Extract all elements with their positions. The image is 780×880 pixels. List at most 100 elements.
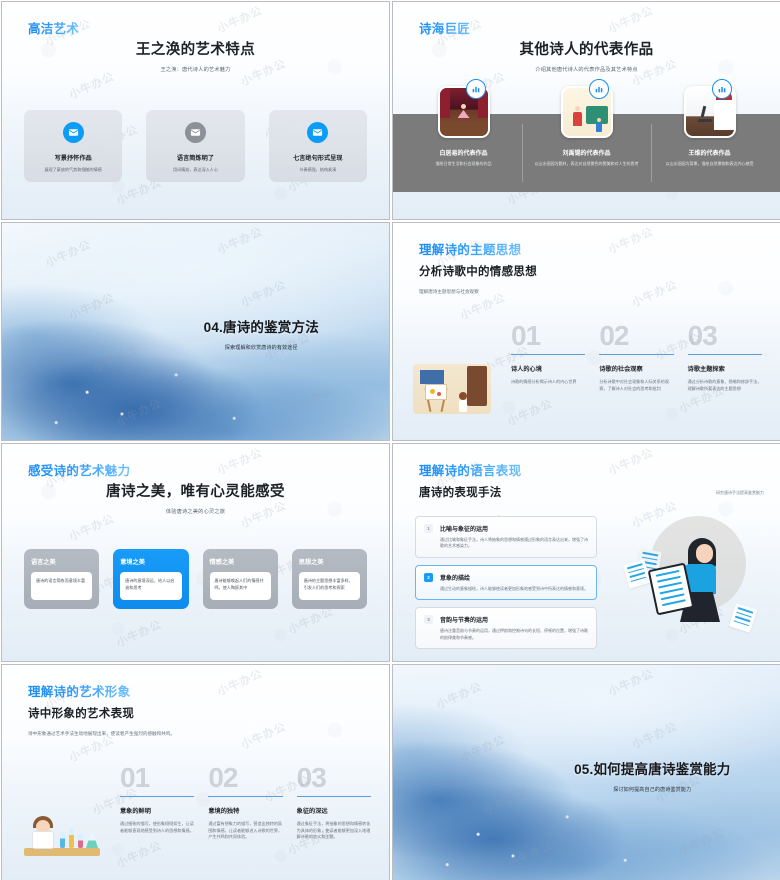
poet-tile-title: 王维的代表作品: [688, 151, 731, 157]
slide-heading: 唐诗的表现手法: [419, 484, 502, 500]
beauty-card-title: 情感之美: [209, 559, 235, 566]
chart-icon: [465, 79, 486, 99]
feature-card[interactable]: 七言绝句形式呈现 节奏感强，结构紧凑: [268, 110, 367, 182]
point-number: 02: [599, 320, 629, 351]
point-desc: 分析诗歌中对社会现象和人际关系的观察，了解诗人对社会的思考和批判: [599, 379, 669, 391]
feature-card-desc: 展现了豪放的气势和细腻的情感: [44, 167, 102, 172]
point-rule: [296, 796, 371, 798]
beauty-card[interactable]: 情感之美 唐诗能够唤起人们的情感共鸣，使人陶醉其中: [202, 549, 278, 609]
poet-tile[interactable]: 王维的代表作品 以山水田园为背景，描绘自然景物和表达内心感受: [657, 79, 762, 167]
slide-title: 唐诗之美，唯有心灵能感受: [106, 484, 285, 500]
point-number: 01: [120, 762, 150, 793]
numbered-point[interactable]: 02 意境的独特 通过富有想象力的描写，营造出独特的氛围和情感，让读者能够进入诗…: [208, 762, 283, 841]
feature-card-title: 七言绝句形式呈现: [293, 155, 343, 162]
section-subtitle: 探讨如何提高自己的唐诗鉴赏能力: [613, 787, 692, 794]
feature-card-title: 写景抒怀作品: [54, 155, 92, 162]
scientist-girl-lab-illustration: [20, 808, 104, 862]
point-title: 意境的独特: [208, 808, 240, 816]
slide-subtitle: 体验唐诗之美的心灵之旅: [165, 509, 226, 515]
woman-with-clipboard-illustration: [623, 504, 766, 634]
beauty-card-desc: 唐诗能够唤起人们的情感共鸣，使人陶醉其中: [209, 572, 271, 600]
beauty-card-title: 思想之美: [298, 559, 324, 566]
slide-thumbnail-3[interactable]: 小牛办公 小牛办公 小牛办公 小牛办公 小牛办公 小牛办公 小牛办公 小牛办公 …: [1, 222, 390, 441]
cover-heading: 05.如何提高唐诗鉴赏能力 探讨如何提高自己的唐诗鉴赏能力: [540, 758, 764, 793]
technique-row-list: 1 比喻与象征的运用 通过比喻和象征手法，诗人将抽象的思想和情感通过形象的语言表…: [415, 516, 597, 649]
slide-kicker: 理解诗的艺术形象: [28, 681, 130, 700]
slide-subtitle: 王之涣：唐代诗人的艺术魅力: [160, 67, 231, 73]
poet-tile-title: 刘禹锡的代表作品: [562, 151, 611, 157]
row-index: 2: [424, 572, 433, 582]
chart-icon: [711, 79, 732, 99]
beauty-card-list: 语言之美 唐诗的语言简练而意境丰富 意境之美 唐诗的意境深远，给人以启迪和思考 …: [24, 549, 367, 609]
slide-thumbnail-4[interactable]: 小牛办公 小牛办公 小牛办公 小牛办公 小牛办公 小牛办公 小牛办公 小牛办公 …: [392, 222, 780, 441]
numbered-point[interactable]: 01 诗人的心境 诗歌的情感分析揭示诗人的内心世界: [511, 320, 586, 392]
slide-kicker: 诗海巨匠: [419, 18, 470, 37]
slide-subtitle: 诗中形象通过艺术手法生动地展现出来，使读者产生强烈的感触和共鸣。: [28, 731, 176, 736]
point-desc: 通过分析诗歌的意象、隐喻和修辞手法，理解诗歌所要表达的主题思想: [687, 379, 762, 391]
slide-title: 分析诗歌中的情感思想: [419, 266, 537, 278]
technique-row[interactable]: 1 比喻与象征的运用 通过比喻和象征手法，诗人将抽象的思想和情感通过形象的语言表…: [415, 516, 597, 558]
point-desc: 通过象征手法，将抽象的思想和情感转化为具体的形象，使读者能够更加深入地理解诗歌的…: [296, 821, 371, 840]
slide-kicker: 感受诗的艺术魅力: [28, 460, 130, 479]
envelope-icon: [184, 122, 206, 143]
slide-side-note: 研究唐诗手法提高鉴赏能力: [716, 490, 764, 495]
slide-thumbnail-grid: 小牛办公 小牛办公 小牛办公 小牛办公 小牛办公 小牛办公 小牛办公 小牛办公 …: [0, 0, 780, 880]
beauty-card-active[interactable]: 意境之美 唐诗的意境深远，给人以启迪和思考: [113, 549, 189, 609]
beauty-card[interactable]: 思想之美 唐诗的主题思想丰富多样，引发人们的思考和探索: [291, 549, 367, 609]
slide-subtitle: 理解唐诗主题思想与社会观察: [419, 289, 479, 294]
feature-card[interactable]: 语言简炼明了 用词精准，表达深入人心: [146, 110, 245, 182]
numbered-point[interactable]: 03 象征的深远 通过象征手法，将抽象的思想和情感转化为具体的形象，使读者能够更…: [296, 762, 371, 841]
beauty-card-title: 意境之美: [120, 559, 145, 566]
poet-tile-list: 白居易的代表作品 描绘日常生活和社会现象的作品 刘禹锡的代表作品 以山水田园为题…: [411, 79, 762, 167]
beauty-card-desc: 唐诗的意境深远，给人以启迪和思考: [120, 572, 182, 600]
point-number: 01: [511, 320, 541, 351]
slide-thumbnail-6[interactable]: 小牛办公 小牛办公 小牛办公 小牛办公 小牛办公 小牛办公 小牛办公 小牛办公 …: [392, 443, 780, 662]
slide-heading: 王之涣的艺术特点 王之涣：唐代诗人的艺术魅力: [2, 38, 389, 73]
point-desc: 诗歌的情感分析揭示诗人的内心世界: [511, 379, 577, 385]
feature-card-desc: 用词精准，表达深入人心: [172, 167, 218, 172]
point-desc: 通过细致的描写，使形象栩栩如生，让读者能够直观地感受到诗人的思想和情感。: [120, 821, 194, 833]
beauty-card-desc: 唐诗的主题思想丰富多样，引发人们的思考和探索: [298, 572, 360, 600]
slide-thumbnail-5[interactable]: 小牛办公 小牛办公 小牛办公 小牛办公 小牛办公 小牛办公 小牛办公 小牛办公 …: [1, 443, 390, 662]
numbered-point[interactable]: 01 意象的鲜明 通过细致的描写，使形象栩栩如生，让读者能够直观地感受到诗人的思…: [120, 762, 195, 841]
classroom-easel-girl-illustration: [413, 364, 491, 414]
slide-kicker: 理解诗的语言表现: [419, 460, 521, 479]
point-rule: [208, 796, 283, 798]
slide-thumbnail-2[interactable]: 小牛办公 小牛办公 小牛办公 小牛办公 小牛办公 小牛办公 小牛办公 小牛办公 …: [392, 1, 780, 220]
point-rule: [511, 354, 586, 356]
row-title: 比喻与象征的运用: [440, 527, 489, 533]
feature-card[interactable]: 写景抒怀作品 展现了豪放的气势和细腻的情感: [24, 110, 123, 182]
numbered-point[interactable]: 03 诗歌主题探索 通过分析诗歌的意象、隐喻和修辞手法，理解诗歌所要表达的主题思…: [687, 321, 762, 392]
slide-thumbnail-7[interactable]: 小牛办公 小牛办公 小牛办公 小牛办公 小牛办公 小牛办公 小牛办公 小牛办公 …: [1, 664, 390, 880]
feature-card-list: 写景抒怀作品 展现了豪放的气势和细腻的情感 语言简炼明了 用词精准，表达深入人心…: [24, 110, 367, 182]
slide-subtitle: 介绍其他唐代诗人的代表作品及其艺术特点: [535, 67, 638, 73]
row-desc: 唐诗注重音韵与节奏的运用，通过押韵和控制诗句的长短、停顿的位置，增强了诗歌的韵律…: [440, 628, 588, 640]
feature-card-title: 语言简炼明了: [176, 155, 215, 162]
section-title: 04.唐诗的鉴赏方法: [203, 320, 319, 336]
slide-heading: 唐诗之美，唯有心灵能感受 体验唐诗之美的心灵之旅: [2, 480, 389, 515]
beauty-card-title: 语言之美: [31, 559, 56, 566]
technique-row-active[interactable]: 2 意象的描绘 通过生动的意象描绘，诗人能够使读者更加形象地感受到诗中所表达的情…: [415, 564, 597, 601]
point-number: 02: [208, 762, 238, 793]
row-index: 1: [424, 524, 433, 533]
envelope-icon: [62, 122, 84, 143]
point-rule: [599, 354, 674, 356]
slide-title: 诗中形象的艺术表现: [28, 708, 135, 720]
poet-tile[interactable]: 白居易的代表作品 描绘日常生活和社会现象的作品: [411, 79, 516, 167]
slide-heading: 其他诗人的代表作品 介绍其他唐代诗人的代表作品及其艺术特点: [393, 38, 780, 73]
slide-title: 唐诗的表现手法: [419, 487, 502, 499]
slide-kicker: 高洁艺术: [28, 18, 79, 37]
poet-tile-desc: 以山水田园为题材，表达对自然景色的赞美和对人生的思考: [534, 161, 639, 166]
technique-row[interactable]: 3 音韵与节奏的运用 唐诗注重音韵与节奏的运用，通过押韵和控制诗句的长短、停顿的…: [415, 607, 597, 649]
point-number: 03: [296, 762, 327, 793]
point-rule: [687, 354, 762, 356]
beauty-card[interactable]: 语言之美 唐诗的语言简练而意境丰富: [24, 549, 100, 609]
poet-tile[interactable]: 刘禹锡的代表作品 以山水田园为题材，表达对自然景色的赞美和对人生的思考: [534, 79, 639, 167]
slide-thumbnail-8[interactable]: 小牛办公 小牛办公 小牛办公 小牛办公 小牛办公 小牛办公 小牛办公 小牛办公 …: [392, 664, 780, 880]
point-title: 诗歌主题探索: [687, 366, 725, 374]
point-title: 诗歌的社会观察: [599, 366, 643, 374]
slide-thumbnail-1[interactable]: 小牛办公 小牛办公 小牛办公 小牛办公 小牛办公 小牛办公 小牛办公 小牛办公 …: [1, 1, 390, 220]
row-title: 意象的描绘: [440, 575, 471, 582]
slide-heading: 诗中形象的艺术表现 诗中形象通过艺术手法生动地展现出来，使读者产生强烈的感触和共…: [28, 705, 175, 738]
numbered-point[interactable]: 02 诗歌的社会观察 分析诗歌中对社会现象和人际关系的观察，了解诗人对社会的思考…: [599, 320, 674, 392]
